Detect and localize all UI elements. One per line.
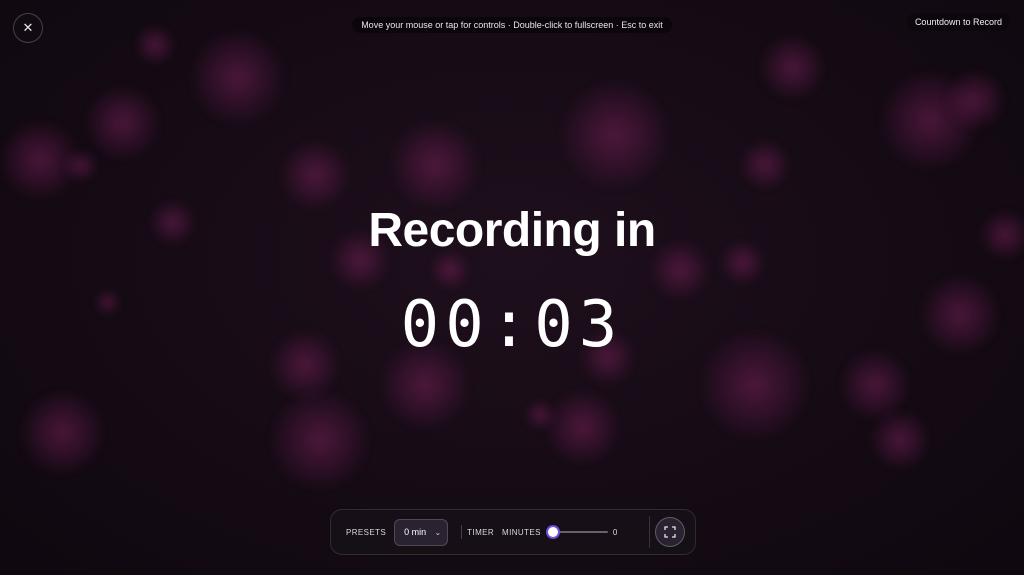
bokeh-light — [560, 80, 670, 190]
bokeh-light — [870, 410, 930, 470]
countdown-heading: Recording in — [368, 204, 656, 257]
bokeh-light — [135, 25, 175, 65]
bokeh-light — [20, 390, 105, 475]
bokeh-light — [65, 150, 97, 182]
preset-selected-value: 0 min — [404, 527, 427, 537]
close-button[interactable]: ✕ — [13, 13, 43, 43]
minutes-slider[interactable] — [545, 525, 608, 539]
bokeh-light — [760, 35, 825, 100]
preset-select[interactable]: 0 min ⌄ — [394, 518, 449, 546]
controls-hint: Move your mouse or tap for controls · Do… — [352, 17, 672, 33]
fullscreen-icon — [664, 526, 676, 538]
close-icon: ✕ — [22, 20, 34, 35]
bokeh-light — [945, 70, 1005, 130]
bokeh-light — [740, 140, 790, 190]
slider-thumb[interactable] — [545, 525, 560, 539]
fullscreen-button[interactable] — [655, 517, 686, 547]
control-bar: PRESETS 0 min ⌄ TIMER MINUTES 0 — [330, 509, 696, 555]
presets-label: PRESETS — [346, 527, 387, 537]
bokeh-light — [270, 390, 370, 490]
timer-label: TIMER — [467, 527, 495, 537]
minutes-value: 0 — [612, 527, 618, 537]
bokeh-light — [85, 85, 160, 160]
divider — [649, 516, 651, 548]
minutes-label: MINUTES — [502, 527, 541, 537]
bokeh-light — [525, 400, 555, 430]
bokeh-light — [190, 30, 285, 125]
chevron-down-icon: ⌄ — [434, 527, 442, 537]
bokeh-light — [545, 390, 620, 465]
bokeh-light — [390, 120, 480, 210]
bokeh-light — [280, 140, 350, 210]
divider — [461, 525, 463, 539]
countdown-time: 00:03 — [400, 288, 624, 362]
mode-label: Countdown to Record — [906, 13, 1010, 31]
